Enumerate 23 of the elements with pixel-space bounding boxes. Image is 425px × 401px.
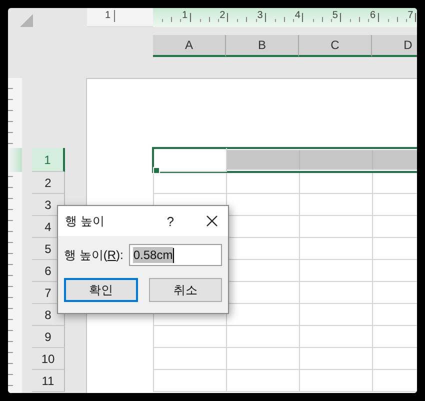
column-header[interactable]: D	[372, 35, 417, 57]
row-header[interactable]: 1	[32, 148, 65, 172]
ruler-label: 5	[332, 10, 339, 23]
ruler-label: 7	[408, 10, 414, 23]
ruler-label: 1	[105, 10, 115, 22]
column-header[interactable]: C	[299, 35, 372, 57]
column-header[interactable]: A	[153, 35, 226, 57]
ruler-label: 2	[220, 10, 226, 23]
row-header[interactable]: 9	[32, 326, 65, 348]
ruler-label: 4	[294, 10, 302, 23]
dialog-title: 행 높이	[65, 212, 104, 230]
ruler-label: 6	[370, 10, 377, 23]
field-label: 행 높이(R):	[64, 246, 124, 264]
row-header[interactable]: 10	[32, 348, 65, 370]
row-header[interactable]: 11	[32, 370, 65, 392]
row-header[interactable]: 2	[32, 172, 65, 194]
dialog-button[interactable]: 확인	[64, 278, 138, 302]
ruler-label: 3	[257, 10, 264, 23]
column-header[interactable]: B	[226, 35, 299, 57]
ruler-label: 1	[182, 10, 189, 23]
help-button[interactable]: ?	[162, 214, 178, 228]
input-field[interactable]: 0.58cm	[129, 244, 222, 266]
dialog-button[interactable]: 취소	[148, 278, 222, 302]
